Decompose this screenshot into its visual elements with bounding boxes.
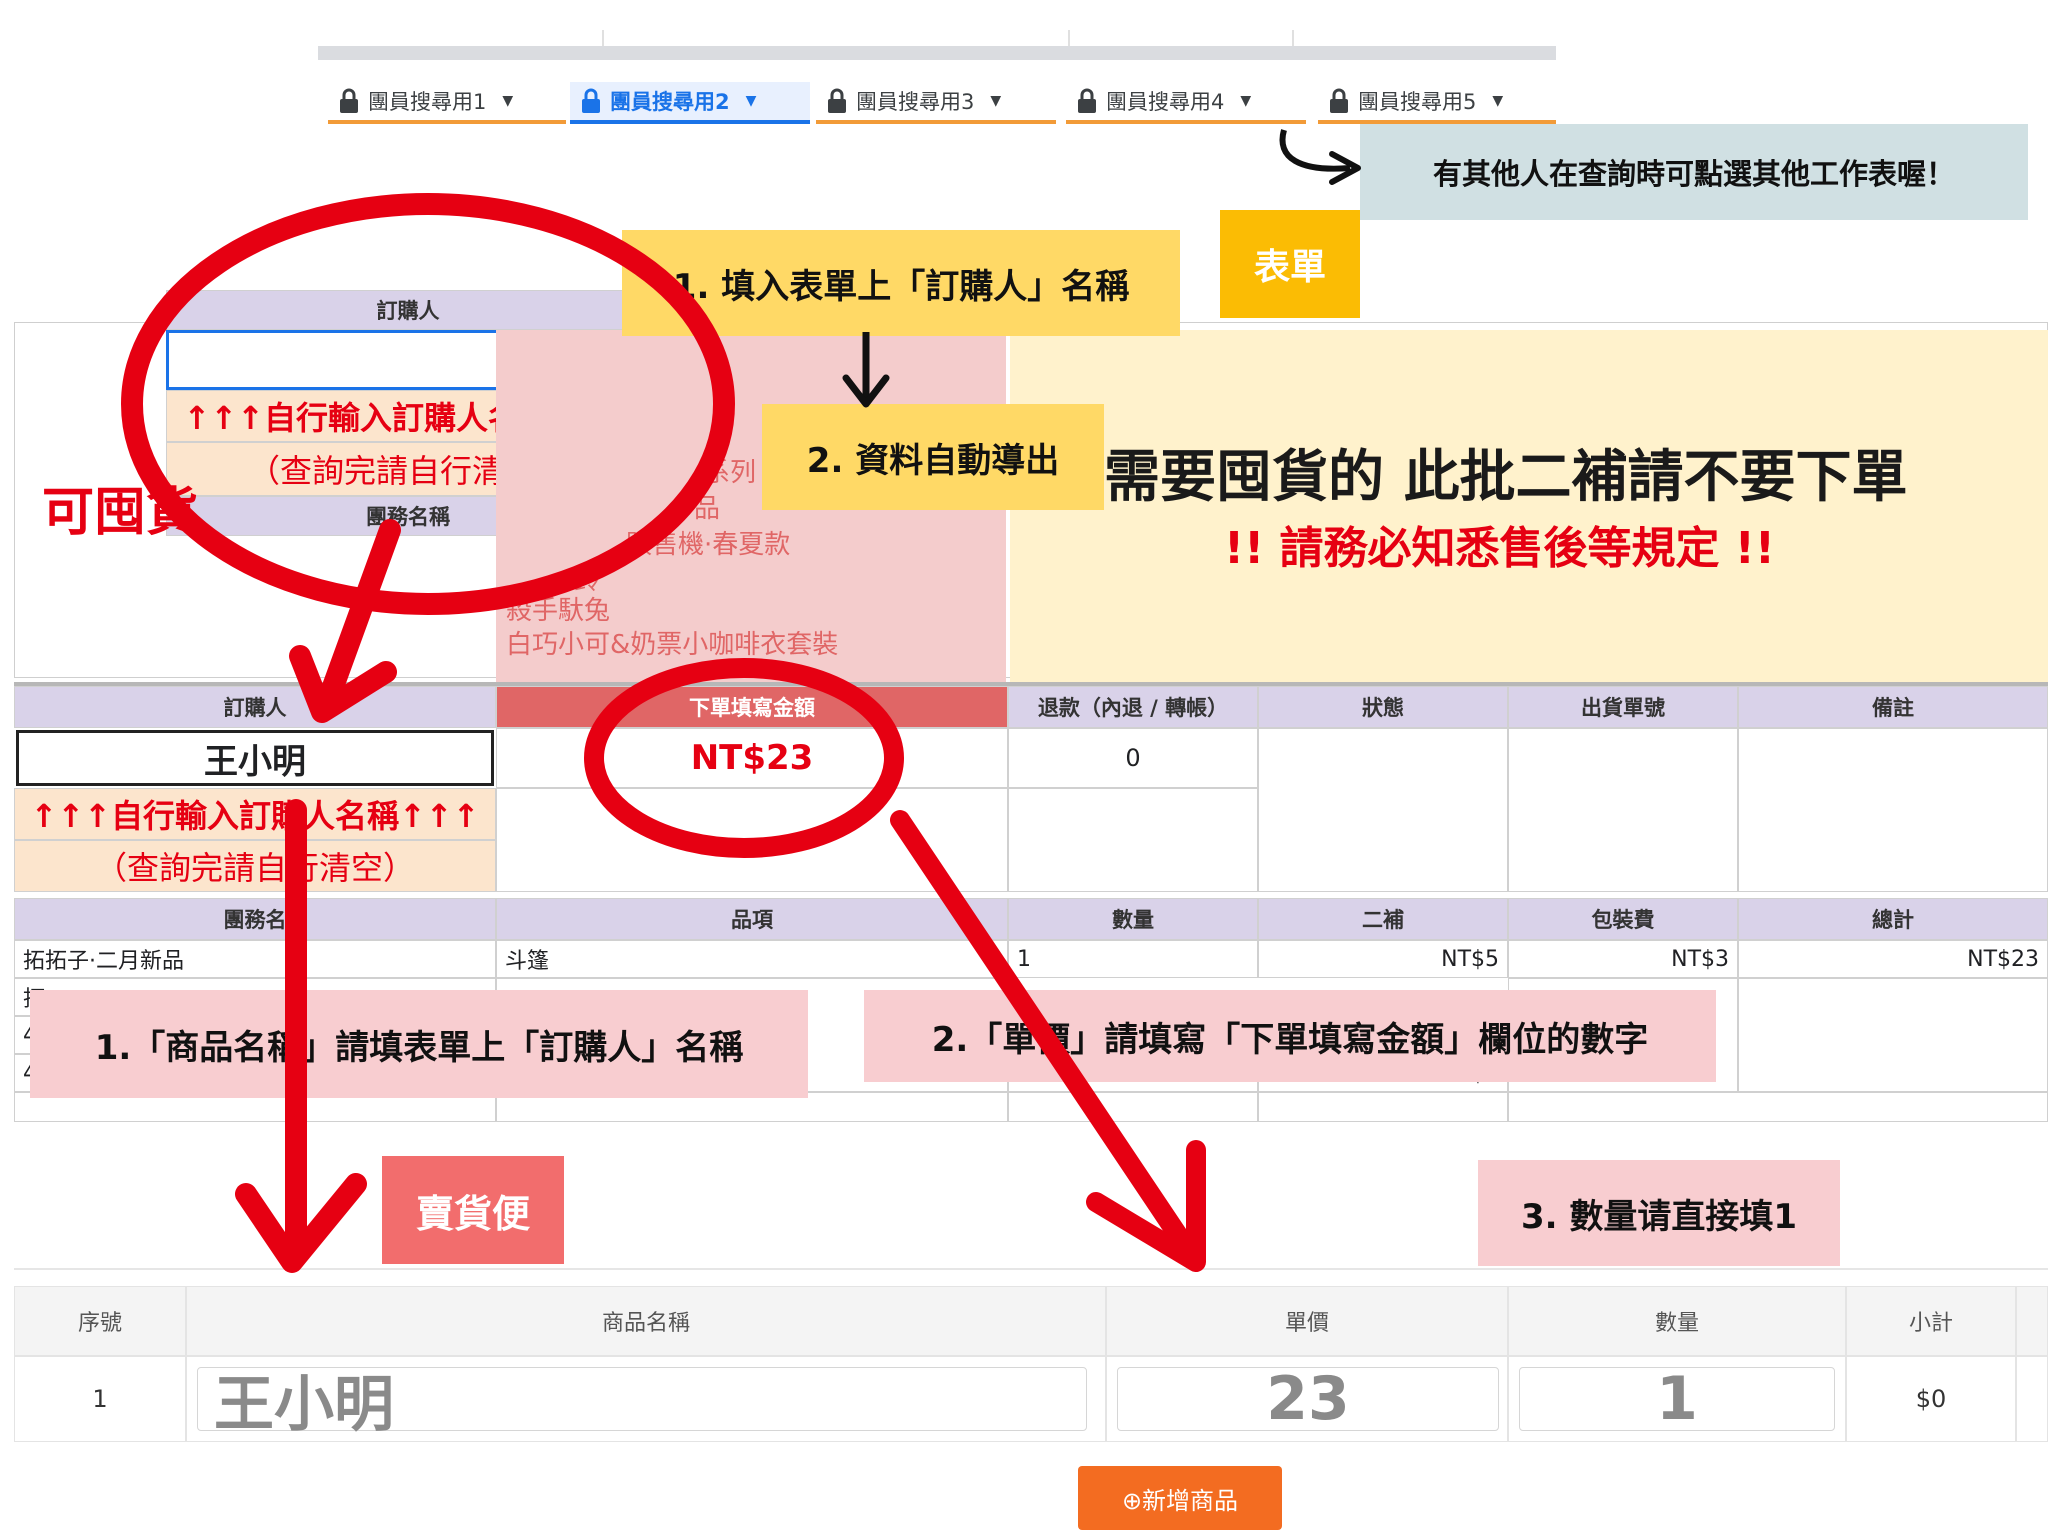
amount-cell: NT$23 bbox=[496, 728, 1008, 788]
callout-step2: 2. 資料自動導出 bbox=[762, 404, 1104, 510]
col-header-group: 團務名 bbox=[14, 898, 496, 940]
col-header-note: 備註 bbox=[1738, 686, 2048, 728]
arrow-head bbox=[1329, 151, 1361, 185]
grid-line bbox=[602, 30, 604, 46]
status-cell bbox=[1258, 728, 1508, 892]
callout-seller-tag: 賣貨便 bbox=[382, 1156, 564, 1264]
row-index: 1 bbox=[14, 1356, 186, 1442]
refund-cell: 0 bbox=[1008, 728, 1258, 788]
lock-icon bbox=[1330, 88, 1348, 113]
callout-qty: 3. 數量请直接填1 bbox=[1478, 1160, 1840, 1266]
col-header-product-name: 商品名稱 bbox=[186, 1286, 1106, 1356]
cell-unit-price: 23 bbox=[1106, 1356, 1508, 1442]
cell-product-name: 王小明 bbox=[186, 1356, 1106, 1442]
table-row-total: NT$23 bbox=[1738, 940, 2048, 978]
quantity-input[interactable]: 1 bbox=[1519, 1364, 1835, 1434]
left-red-text: 可囤貨 bbox=[42, 483, 199, 543]
input-hint: ↑↑↑自行輸入訂購人名稱↑↑↑ bbox=[14, 788, 496, 840]
lock-icon bbox=[1078, 88, 1096, 113]
tab-bar-scroll-strip bbox=[318, 46, 1556, 60]
col-header-extra bbox=[2016, 1286, 2048, 1356]
list-item: 殺手馱兔 bbox=[506, 596, 611, 626]
callout-product-name: 1.「商品名稱」請填表單上「訂購人」名稱 bbox=[30, 990, 808, 1098]
unit-price-input[interactable]: 23 bbox=[1117, 1364, 1499, 1434]
callout-form-tag: 表單 bbox=[1220, 210, 1360, 318]
order-form: 序號 商品名稱 單價 數量 小計 1 王小明 23 1 $0 bbox=[14, 1286, 2048, 1442]
grid-line bbox=[1292, 30, 1294, 46]
chevron-down-icon[interactable]: ▼ bbox=[990, 93, 1001, 109]
callout-step1: 1. 填入表單上「訂購人」名稱 bbox=[622, 230, 1180, 336]
tab-member-search-3[interactable]: 團員搜尋用3 ▼ bbox=[816, 82, 1056, 124]
table-row-item: 斗篷 bbox=[496, 940, 1008, 978]
lock-icon bbox=[340, 88, 358, 113]
tab-member-search-2[interactable]: 團員搜尋用2 ▼ bbox=[570, 82, 810, 124]
sheet-tab-bar: 團員搜尋用1 ▼ 團員搜尋用2 ▼ 團員搜尋用3 ▼ 團員搜尋用4 ▼ 團員搜尋… bbox=[318, 30, 1556, 124]
row-extra bbox=[2016, 1356, 2048, 1442]
buyer-name-cell[interactable]: 王小明 bbox=[16, 730, 494, 786]
tab-member-search-1[interactable]: 團員搜尋用1 ▼ bbox=[328, 82, 566, 124]
table-row-packing: NT$3 bbox=[1508, 940, 1738, 978]
col-header-subtotal: 小計 bbox=[1846, 1286, 2016, 1356]
col-header-unit-price: 單價 bbox=[1106, 1286, 1508, 1356]
table-row-supplement: NT$5 bbox=[1258, 940, 1508, 978]
col-header-quantity: 數量 bbox=[1508, 1286, 1846, 1356]
col-header-total: 總計 bbox=[1738, 898, 2048, 940]
table-cell bbox=[1258, 1092, 1508, 1122]
tab-label: 團員搜尋用5 bbox=[1358, 90, 1477, 114]
buyer-header: 訂購人 bbox=[166, 290, 650, 330]
callout-unit-price: 2.「單價」請填寫「下單填寫金額」欄位的數字 bbox=[864, 990, 1716, 1082]
table-cell bbox=[1738, 978, 2048, 1092]
table-cell bbox=[1008, 1092, 1258, 1122]
col-header-supplement: 二補 bbox=[1258, 898, 1508, 940]
product-name-input[interactable]: 王小明 bbox=[197, 1367, 1087, 1440]
list-item: 白巧小可&奶票小咖啡衣套裝 bbox=[506, 630, 839, 660]
note-cell bbox=[1738, 728, 2048, 892]
grid-line bbox=[1068, 30, 1070, 46]
tab-label: 團員搜尋用4 bbox=[1106, 90, 1225, 114]
col-header-buyer: 訂購人 bbox=[14, 686, 496, 728]
col-header-qty: 數量 bbox=[1008, 898, 1258, 940]
col-header-refund: 退款（內退 / 轉帳） bbox=[1008, 686, 1258, 728]
curved-arrow bbox=[1279, 129, 1351, 172]
tab-label: 團員搜尋用3 bbox=[856, 90, 975, 114]
table-row-qty: 1 bbox=[1008, 940, 1258, 978]
list-item: 系列 bbox=[704, 458, 757, 488]
col-header-index: 序號 bbox=[14, 1286, 186, 1356]
lock-icon bbox=[582, 88, 600, 113]
lock-icon bbox=[828, 88, 846, 113]
empty-cell bbox=[496, 788, 1008, 892]
arrow-head bbox=[1086, 1140, 1206, 1272]
notice-main: 需要囤貨的 此批二補請不要下單 bbox=[1104, 445, 1908, 510]
tab-member-search-4[interactable]: 團員搜尋用4 ▼ bbox=[1066, 82, 1306, 124]
add-product-button[interactable]: ⊕新增商品 bbox=[1078, 1466, 1282, 1530]
col-header-item: 品項 bbox=[496, 898, 1008, 940]
tracking-cell bbox=[1508, 728, 1738, 892]
notice-sub: !! 請務必知悉售後等規定 !! bbox=[1224, 523, 1775, 574]
col-header-amount: 下單填寫金額 bbox=[496, 686, 1008, 728]
form-divider bbox=[14, 1268, 2048, 1270]
table-row-group: 拓拓子·二月新品 bbox=[14, 940, 496, 978]
tab-member-search-5[interactable]: 團員搜尋用5 ▼ bbox=[1318, 82, 1556, 124]
row-subtotal: $0 bbox=[1846, 1356, 2016, 1442]
table-cell bbox=[1508, 1092, 2048, 1122]
arrow-head bbox=[235, 1173, 367, 1273]
col-header-status: 狀態 bbox=[1258, 686, 1508, 728]
tab-label: 團員搜尋用2 bbox=[610, 90, 730, 114]
list-item: 品 bbox=[694, 494, 721, 524]
chevron-down-icon[interactable]: ▼ bbox=[1492, 93, 1503, 109]
list-item: 販售機·春夏款 bbox=[626, 530, 791, 560]
col-header-packing: 包裝費 bbox=[1508, 898, 1738, 940]
col-header-tracking: 出貨單號 bbox=[1508, 686, 1738, 728]
chevron-down-icon[interactable]: ▼ bbox=[746, 93, 757, 109]
callout-other-sheets: 有其他人在查詢時可點選其他工作表喔！ bbox=[1360, 124, 2028, 220]
tab-label: 團員搜尋用1 bbox=[368, 90, 487, 114]
empty-cell bbox=[1008, 788, 1258, 892]
cell-quantity: 1 bbox=[1508, 1356, 1846, 1442]
chevron-down-icon[interactable]: ▼ bbox=[1240, 93, 1251, 109]
clear-hint: （查詢完請自行清空） bbox=[14, 840, 496, 892]
chevron-down-icon[interactable]: ▼ bbox=[502, 93, 513, 109]
